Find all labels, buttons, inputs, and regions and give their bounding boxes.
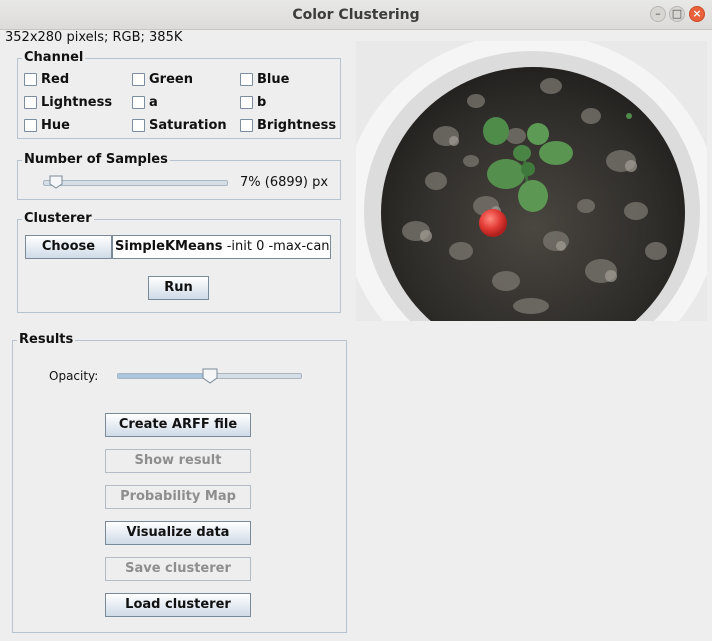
channel-group: Channel Red Green Blue Lightness a b Hue… [17, 50, 341, 139]
clusterer-options: -init 0 -max-candidates [226, 239, 330, 254]
save-clusterer-button[interactable]: Save clusterer [105, 557, 251, 581]
red-berry [479, 209, 507, 237]
image-info: 352x280 pixels; RGB; 385K [5, 30, 183, 45]
results-group: Results Opacity: Create ARFF file Show r… [12, 332, 347, 633]
channel-legend: Channel [22, 50, 86, 66]
show-result-button[interactable]: Show result [105, 449, 251, 473]
minimize-icon[interactable]: – [650, 6, 666, 22]
checkbox-box[interactable] [132, 72, 145, 86]
opacity-slider-fill [118, 374, 211, 378]
clusterer-group: Clusterer Choose SimpleKMeans -init 0 -m… [17, 211, 341, 313]
channel-a-checkbox[interactable]: a [132, 93, 158, 111]
choose-button[interactable]: Choose [25, 235, 112, 259]
checkbox-box[interactable] [240, 72, 253, 86]
samples-group: Number of Samples 7% (6899) px [17, 152, 341, 200]
create-arff-button[interactable]: Create ARFF file [105, 413, 251, 437]
checkbox-box[interactable] [240, 95, 253, 109]
checkbox-box[interactable] [24, 118, 37, 132]
clusterer-name: SimpleKMeans [115, 239, 223, 254]
run-button[interactable]: Run [148, 276, 209, 300]
results-legend: Results [17, 332, 76, 348]
channel-brightness-checkbox[interactable]: Brightness [240, 116, 336, 134]
samples-slider-track[interactable] [43, 180, 228, 186]
checkbox-box[interactable] [132, 95, 145, 109]
checkbox-box[interactable] [24, 95, 37, 109]
close-icon[interactable]: × [689, 6, 705, 22]
checkbox-box[interactable] [132, 118, 145, 132]
probability-map-button[interactable]: Probability Map [105, 485, 251, 509]
opacity-slider-thumb[interactable] [202, 368, 218, 384]
window-title: Color Clustering [292, 7, 420, 23]
visualize-data-button[interactable]: Visualize data [105, 521, 251, 545]
channel-saturation-checkbox[interactable]: Saturation [132, 116, 227, 134]
image-preview [356, 41, 707, 321]
checkbox-box[interactable] [240, 118, 253, 132]
channel-b-checkbox[interactable]: b [240, 93, 266, 111]
checkbox-box[interactable] [24, 72, 37, 86]
opacity-label: Opacity: [49, 369, 99, 383]
channel-green-checkbox[interactable]: Green [132, 70, 193, 88]
title-bar: Color Clustering – □ × [0, 0, 712, 30]
load-clusterer-button[interactable]: Load clusterer [105, 593, 251, 617]
samples-slider-thumb[interactable] [49, 175, 63, 189]
plant-pot-image [356, 41, 707, 321]
samples-value: 7% (6899) px [240, 175, 329, 190]
channel-lightness-checkbox[interactable]: Lightness [24, 93, 112, 111]
samples-legend: Number of Samples [22, 152, 170, 168]
clusterer-config-field[interactable]: SimpleKMeans -init 0 -max-candidates [112, 235, 331, 259]
maximize-icon[interactable]: □ [669, 6, 685, 22]
channel-hue-checkbox[interactable]: Hue [24, 116, 70, 134]
channel-blue-checkbox[interactable]: Blue [240, 70, 289, 88]
channel-red-checkbox[interactable]: Red [24, 70, 69, 88]
clusterer-legend: Clusterer [22, 211, 94, 227]
